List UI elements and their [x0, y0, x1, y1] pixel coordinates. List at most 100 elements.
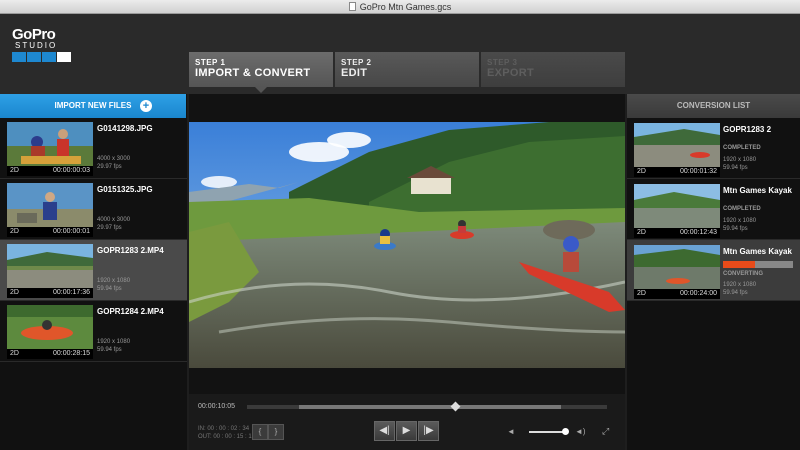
media-bin: IMPORT NEW FILES + 2D 00:00:00:03 G014129… [0, 94, 187, 450]
conversion-panel: CONVERSION LIST 2D 00:00:01:32 GOPR1283 2… [627, 94, 800, 450]
logo-squares [12, 52, 76, 62]
scrub-range [299, 405, 561, 409]
thumbnail-image [7, 122, 93, 166]
file-item[interactable]: 2D 00:00:28:15 GOPR1284 2.MP4 1920 x 1080… [0, 301, 187, 362]
conversion-thumbnail: 2D 00:00:01:32 [634, 123, 720, 177]
conversion-status: CONVERTING [723, 271, 764, 277]
thumbnail-image [634, 123, 720, 167]
file-name: G0141298.JPG [97, 124, 153, 133]
file-mode: 2D [10, 228, 19, 235]
file-meta: 4000 x 3000 29.97 fps [97, 216, 130, 232]
conversion-fps: 59.94 fps [723, 290, 748, 296]
thumbnail-image [7, 244, 93, 288]
thumbnail-image [634, 184, 720, 228]
step-name: EXPORT [487, 67, 535, 79]
step-number: STEP 2 [341, 58, 372, 67]
step-name: EDIT [341, 67, 368, 79]
step-name: IMPORT & CONVERT [195, 67, 311, 79]
file-duration: 00:00:00:03 [53, 167, 90, 174]
volume-low-icon: ◄ [507, 427, 515, 436]
in-point: IN: 00 : 00 : 02 : 34 [198, 426, 250, 432]
thumbnail-image [634, 245, 720, 289]
file-item[interactable]: 2D 00:00:17:36 GOPR1283 2.MP4 1920 x 1080… [0, 240, 187, 301]
playback-controls: 00:00:10:05 IN: 00 : 00 : 02 : 34 OUT: 0… [189, 394, 625, 450]
conversion-resolution: 1920 x 1080 [723, 157, 757, 163]
file-name: GOPR1283 2.MP4 [97, 246, 164, 255]
tab-step-export[interactable]: STEP 3 EXPORT [481, 52, 625, 87]
import-label: IMPORT NEW FILES [54, 101, 132, 110]
step-forward-button[interactable]: |▶ [418, 421, 439, 441]
file-mode: 2D [10, 350, 19, 357]
conversion-name: GOPR1283 2 [723, 125, 772, 134]
import-files-button[interactable]: IMPORT NEW FILES + [0, 94, 186, 118]
file-thumbnail: 2D 00:00:00:01 [7, 183, 93, 237]
conversion-duration: 00:00:01:32 [680, 168, 717, 175]
video-frame [189, 122, 625, 368]
step-number: STEP 3 [487, 58, 518, 67]
window-titlebar: GoPro Mtn Games.gcs [0, 0, 800, 14]
conversion-mode: 2D [637, 168, 646, 175]
transport-controls: ◀| ▶ |▶ [374, 421, 439, 441]
volume-high-icon: ◄) [575, 427, 586, 436]
file-resolution: 4000 x 3000 [97, 156, 131, 162]
file-duration: 00:00:00:01 [53, 228, 90, 235]
file-meta: 1920 x 1080 59.94 fps [97, 277, 130, 293]
volume-knob[interactable] [562, 428, 570, 435]
mark-in-button[interactable]: { [252, 424, 268, 440]
conversion-thumbnail: 2D 00:00:24:00 [634, 245, 720, 299]
file-duration: 00:00:28:15 [53, 350, 90, 357]
conversion-list-title: CONVERSION LIST [627, 94, 800, 118]
file-thumbnail: 2D 00:00:00:03 [7, 122, 93, 176]
conversion-meta: 1920 x 1080 59.94 fps [723, 281, 756, 297]
add-icon: + [140, 100, 152, 112]
conversion-duration: 00:00:12:43 [680, 229, 717, 236]
step-back-button[interactable]: ◀| [374, 421, 395, 441]
conversion-meta: 1920 x 1080 59.94 fps [723, 217, 756, 233]
file-mode: 2D [10, 289, 19, 296]
file-item[interactable]: 2D 00:00:00:01 G0151325.JPG 4000 x 3000 29… [0, 179, 187, 240]
file-resolution: 4000 x 3000 [97, 217, 131, 223]
conversion-item[interactable]: 2D 00:00:24:00 Mtn Games Kayak CONVERTING… [627, 240, 800, 301]
file-item[interactable]: 2D 00:00:00:03 G0141298.JPG 4000 x 3000 29… [0, 118, 187, 179]
file-fps: 59.94 fps [97, 286, 122, 292]
conversion-name: Mtn Games Kayak [723, 186, 792, 195]
file-fps: 29.97 fps [97, 164, 122, 170]
tab-step-import[interactable]: STEP 1 IMPORT & CONVERT [189, 52, 333, 93]
conversion-status: COMPLETED [723, 145, 761, 151]
file-resolution: 1920 x 1080 [97, 278, 131, 284]
app-header: GoPro STUDIO STEP 1 IMPORT & CONVERT STE… [0, 14, 800, 94]
conversion-mode: 2D [637, 290, 646, 297]
conversion-thumbnail: 2D 00:00:12:43 [634, 184, 720, 238]
conversion-mode: 2D [637, 229, 646, 236]
mark-out-button[interactable]: } [268, 424, 284, 440]
volume-control: ◄ ◄) [507, 427, 587, 437]
video-preview[interactable] [189, 122, 625, 368]
conversion-item[interactable]: 2D 00:00:12:43 Mtn Games Kayak COMPLETED … [627, 179, 800, 240]
gopro-studio-logo: GoPro STUDIO [12, 26, 76, 62]
play-button[interactable]: ▶ [396, 421, 417, 441]
file-thumbnail: 2D 00:00:28:15 [7, 305, 93, 359]
file-name: G0151325.JPG [97, 185, 153, 194]
file-resolution: 1920 x 1080 [97, 339, 131, 345]
conversion-item[interactable]: 2D 00:00:01:32 GOPR1283 2 COMPLETED 1920 … [627, 118, 800, 179]
conversion-meta: 1920 x 1080 59.94 fps [723, 156, 756, 172]
conversion-fps: 59.94 fps [723, 165, 748, 171]
conversion-name: Mtn Games Kayak [723, 247, 792, 256]
conversion-status: COMPLETED [723, 206, 761, 212]
out-point: OUT: 00 : 00 : 15 : 18 [198, 434, 256, 440]
window-title: GoPro Mtn Games.gcs [359, 2, 452, 12]
tab-step-edit[interactable]: STEP 2 EDIT [335, 52, 479, 87]
playhead[interactable] [450, 401, 461, 412]
file-meta: 1920 x 1080 59.94 fps [97, 338, 130, 354]
thumbnail-image [7, 305, 93, 349]
fullscreen-icon[interactable]: ⤢ [602, 426, 609, 437]
conversion-fps: 59.94 fps [723, 226, 748, 232]
file-name: GOPR1284 2.MP4 [97, 307, 164, 316]
conversion-progress-bar [723, 261, 793, 268]
current-timecode: 00:00:10:05 [198, 403, 235, 410]
video-viewer: 00:00:10:05 IN: 00 : 00 : 02 : 34 OUT: 0… [189, 94, 625, 450]
in-out-points: IN: 00 : 00 : 02 : 34 OUT: 00 : 00 : 15 … [198, 425, 255, 441]
file-duration: 00:00:17:36 [53, 289, 90, 296]
file-meta: 4000 x 3000 29.97 fps [97, 155, 130, 171]
scrub-bar[interactable] [247, 401, 607, 412]
